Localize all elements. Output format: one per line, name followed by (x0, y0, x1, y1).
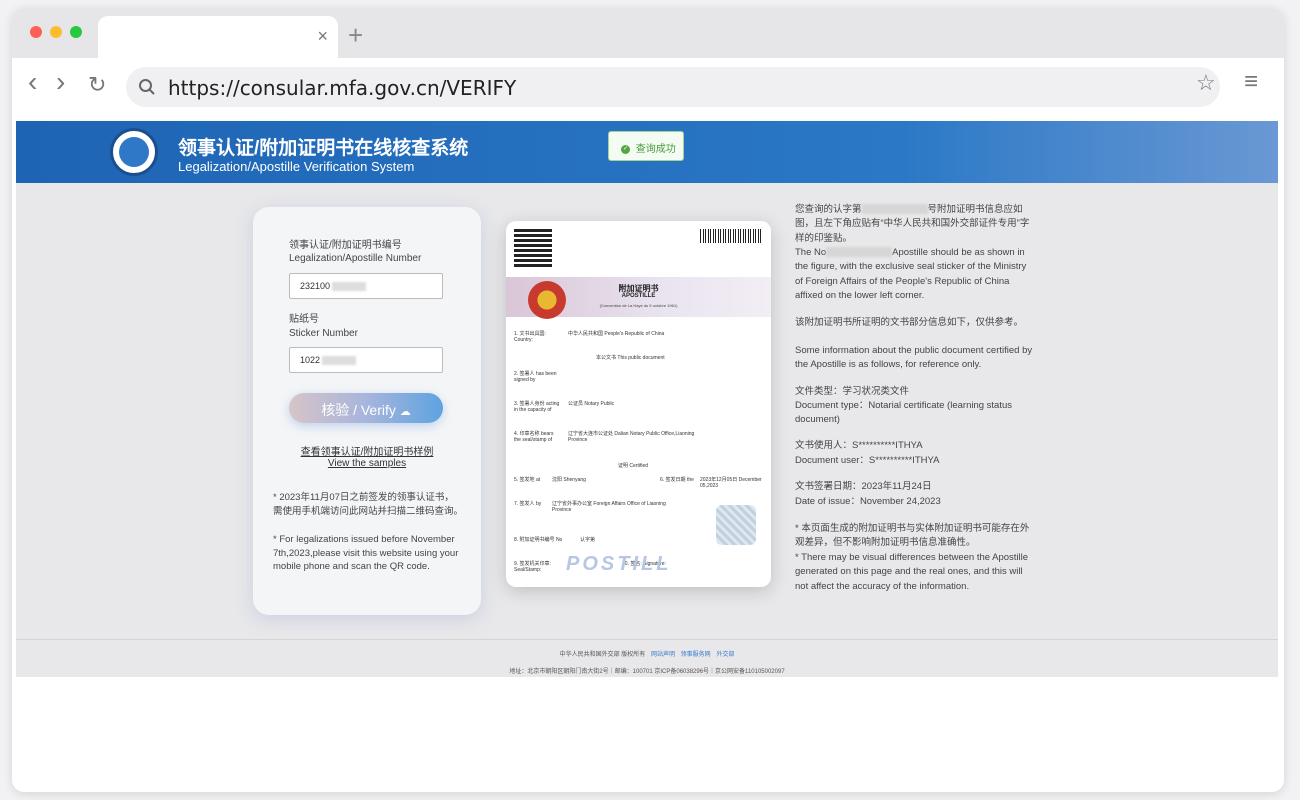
doc-row-certified: 证明 Certified (618, 463, 649, 469)
footer-line-1: 中华人民共和国外交部 版权所有 网站声明 领事服务网 外交部 (16, 649, 1278, 658)
number-value: 232100 (300, 281, 331, 291)
info-p1-en: The No Apostille should be as shown in th… (795, 246, 1035, 303)
qr-code (514, 229, 552, 267)
doc-row-4-value: 辽宁省大连市公证处 Dalian Notary Public Office,Li… (568, 431, 695, 443)
doc-row-8-value: 认字第 (580, 537, 596, 543)
url-text[interactable]: https://consular.mfa.gov.cn/VERIFY (168, 76, 516, 100)
doc-row-public-doc: 本公文书 This public document (596, 355, 665, 361)
view-samples-link-en[interactable]: View the samples (253, 458, 481, 469)
seal-sticker (716, 505, 756, 545)
page-viewport: 领事认证/附加证明书在线核查系统 Legalization/Apostille … (16, 121, 1278, 677)
info-p1-cn-a: 您查询的认字第 (795, 204, 862, 215)
cloud-icon: ☁ (399, 406, 411, 418)
maximize-window-button[interactable] (70, 26, 82, 38)
doc-row-5-value: 沈阳 Shenyang (552, 477, 586, 483)
reload-icon[interactable]: ↻ (88, 72, 106, 98)
info-notice-cn: * 本页面生成的附加证明书与实体附加证明书可能存在外观差异，但不影响附加证明书信… (795, 523, 1030, 549)
info-doctype-cn: 文件类型：学习状况类文件 (795, 386, 910, 397)
doc-row-3-value: 公证员 Notary Public (568, 401, 615, 407)
info-notice-en: * There may be visual differences betwee… (795, 552, 1029, 592)
doc-row-6-value: 2023年12月05日 December 05,2023 (700, 477, 762, 489)
info-date-cn: 文书签署日期：2023年11月24日 (795, 481, 932, 492)
sticker-value: 1022 (300, 355, 321, 365)
footer-address: 地址：北京市朝阳区朝阳门南大街2号｜邮编：100701 京ICP备0603829… (509, 669, 785, 675)
info-user-en: Document user：S**********ITHYA (795, 455, 940, 466)
navigation-bar: ‹ › ↻ https://consular.mfa.gov.cn/VERIFY… (12, 58, 1284, 120)
doc-row-6-label: 6. 签发日期 the (660, 477, 694, 483)
sticker-label-en: Sticker Number (289, 328, 358, 339)
tab-bar: × + (12, 8, 1284, 58)
info-p1-en-a: The No (795, 247, 827, 258)
menu-icon[interactable]: ≡ (1244, 68, 1258, 96)
info-p2-en: Some information about the public docume… (795, 345, 1033, 371)
browser-tab[interactable]: × (98, 16, 338, 58)
doc-row-3-label: 3. 签署人身份 acting in the capacity of (514, 401, 560, 413)
site-title-cn: 领事认证/附加证明书在线核查系统 (178, 138, 469, 159)
tab-close-icon[interactable]: × (317, 26, 328, 47)
site-header: 领事认证/附加证明书在线核查系统 Legalization/Apostille … (16, 121, 1278, 183)
footer-copyright: 中华人民共和国外交部 版权所有 (559, 652, 646, 658)
note-en: * For legalizations issued before Novemb… (273, 534, 459, 572)
footer-link-consular[interactable]: 领事服务网 (681, 652, 711, 658)
new-tab-icon[interactable]: + (348, 20, 363, 51)
verify-button-label: 核验 / Verify (321, 402, 396, 418)
doc-row-7-value: 辽宁省外事办公室 Foreign Affairs Office of Liaon… (552, 501, 666, 513)
doc-row-2-label: 2. 签署人 has been signed by (514, 371, 557, 383)
query-success-badge: ✓ 查询成功 (608, 131, 684, 161)
doc-convention: (Convention de La Haye du 5 octobre 1961… (599, 303, 678, 308)
address-bar[interactable]: https://consular.mfa.gov.cn/VERIFY (126, 67, 1220, 107)
doc-row-7-label: 7. 签发人 by (514, 501, 542, 507)
note-cn: * 2023年11月07日之前签发的领事认证书，需使用手机端访问此网站并扫描二维… (273, 492, 464, 517)
doc-row-4-label: 4. 印章名称 bears the seal/stamp of (514, 431, 554, 443)
view-samples-link-cn[interactable]: 查看领事认证/附加证明书样例 (253, 443, 481, 458)
badge-label: 查询成功 (635, 144, 676, 155)
info-p1-cn: 您查询的认字第 号附加证明书信息应如图，且左下角应贴有“中华人民共和国外交部证件专… (795, 203, 1035, 246)
footer-link-mfa[interactable]: 外交部 (716, 652, 734, 658)
browser-window: × + ‹ › ↻ https://consular.mfa.gov.cn/VE… (12, 8, 1284, 792)
forward-icon[interactable]: › (56, 66, 65, 98)
number-input[interactable]: 232100 (289, 273, 443, 299)
barcode (700, 229, 762, 243)
doc-row-9-label: 9. 签发机关印章: Seal/Stamp: (514, 561, 551, 573)
doc-row-8-label: 8. 附加证明书编号 No (514, 537, 563, 543)
verify-button[interactable]: 核验 / Verify ☁ (289, 393, 443, 423)
info-date-en: Date of issue：November 24,2023 (795, 496, 941, 507)
bookmark-star-icon[interactable]: ☆ (1196, 70, 1216, 96)
doc-watermark: POSTILL (566, 553, 672, 575)
doc-row-1-value: 中华人民共和国 People's Republic of China (568, 331, 665, 337)
verification-form-card: 领事认证/附加证明书编号 Legalization/Apostille Numb… (253, 207, 481, 615)
info-p2-cn: 该附加证明书所证明的文书部分信息如下，仅供参考。 (795, 317, 1024, 328)
site-title-en: Legalization/Apostille Verification Syst… (178, 159, 415, 174)
footer-link-statement[interactable]: 网站声明 (651, 652, 675, 658)
back-icon[interactable]: ‹ (28, 66, 37, 98)
doc-row-1-label: 1. 文书出具国: Country: (514, 331, 546, 343)
doc-title-en: APOSTILLE (621, 293, 656, 299)
minimize-window-button[interactable] (50, 26, 62, 38)
apostille-document-preview: 附加证明书 APOSTILLE (Convention de La Haye d… (506, 221, 771, 587)
sticker-input[interactable]: 1022 (289, 347, 443, 373)
search-icon (139, 79, 155, 95)
number-label-cn: 领事认证/附加证明书编号 (289, 240, 402, 251)
close-window-button[interactable] (30, 26, 42, 38)
sticker-label-cn: 贴纸号 (289, 314, 319, 325)
info-user-cn: 文书使用人：S**********ITHYA (795, 440, 923, 451)
number-label-en: Legalization/Apostille Number (289, 253, 422, 264)
info-doctype-en: Document type：Notarial certificate (lear… (795, 400, 1013, 426)
check-circle-icon: ✓ (621, 144, 630, 154)
mfa-logo (110, 128, 158, 176)
site-footer: 中华人民共和国外交部 版权所有 网站声明 领事服务网 外交部 地址：北京市朝阳区… (16, 639, 1278, 677)
